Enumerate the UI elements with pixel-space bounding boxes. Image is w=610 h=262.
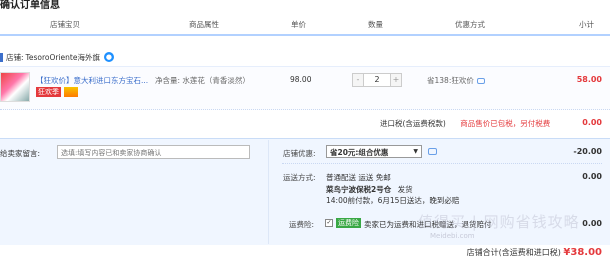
shipping-eta: 14:00前付款，6月15日送达，晚到必赔: [326, 196, 460, 205]
shop-discount-value: 省20元:组合优惠: [330, 148, 389, 157]
shop-discount-select[interactable]: 省20元:组合优惠 ▼: [326, 145, 422, 158]
shop-discount-label: 店铺优惠:: [283, 149, 316, 158]
quantity-input[interactable]: 2: [364, 73, 390, 87]
shop-label: 店铺:: [6, 52, 24, 62]
col-attribute: 商品属性: [189, 20, 219, 29]
col-price: 单价: [291, 20, 306, 29]
divider: [282, 163, 602, 164]
promo-info: 省138:狂欢价: [427, 75, 485, 86]
column-header: 店铺宝贝 商品属性 单价 数量 优惠方式 小计: [0, 12, 610, 36]
message-label: 给卖家留言:: [0, 149, 41, 158]
shipping-label: 运送方式:: [283, 173, 316, 182]
insurance-amount: 0.00: [582, 219, 602, 228]
watermark: 值得买 | 网购省钱攻略: [418, 213, 580, 231]
shop-discount-amount: -20.00: [573, 147, 602, 156]
shipping-amount: 0.00: [582, 172, 602, 181]
comment-icon[interactable]: [476, 78, 485, 84]
seller-message-input[interactable]: 选填:填写内容已和卖家协商确认: [57, 145, 250, 159]
insurance-tag: 运费险: [336, 218, 361, 228]
product-thumbnail[interactable]: [0, 72, 30, 102]
promo-text: 省138:狂欢价: [427, 76, 474, 85]
tax-note: 商品售价已包税，另付税费: [460, 119, 551, 128]
shipping-warehouse: 菜鸟宁波保税2号仓: [326, 185, 392, 194]
quantity-stepper: - 2 +: [352, 73, 402, 87]
col-subtotal: 小计: [579, 20, 594, 29]
cart-item-row: 【狂欢价】意大利进口东方宝石... 狂欢季 净含量: 水莲花（青香淡然） 98.…: [0, 66, 610, 110]
tax-row: 进口税(含运费税款) 商品售价已包税，另付税费: [380, 118, 550, 129]
tax-value: 0.00: [582, 118, 602, 127]
shipping-warehouse-line: 菜鸟宁波保税2号仓 发货: [326, 184, 413, 195]
divider: [268, 140, 269, 244]
order-total: 店铺合计(含运费和进口税) ¥38.00: [467, 247, 602, 258]
watermark-url: Meidebi.com: [430, 232, 475, 240]
product-attribute: 净含量: 水莲花（青香淡然）: [155, 76, 250, 85]
insurance-checkbox[interactable]: ✓: [325, 219, 333, 227]
item-subtotal: 58.00: [576, 75, 602, 84]
total-value: ¥38.00: [563, 247, 602, 258]
decrease-button[interactable]: -: [352, 73, 364, 87]
unit-price: 98.00: [290, 75, 312, 84]
product-title-link[interactable]: 【狂欢价】意大利进口东方宝石...: [36, 75, 148, 86]
increase-button[interactable]: +: [390, 73, 402, 87]
shop-header: 店铺: TesoroOriente海外旗 ●: [0, 48, 114, 66]
col-quantity: 数量: [368, 20, 383, 29]
shipping-warehouse-suffix: 发货: [397, 185, 413, 194]
insurance-label: 运费险:: [289, 220, 315, 229]
page-title: 确认订单信息: [0, 0, 60, 11]
chat-icon[interactable]: ●: [103, 52, 114, 62]
shop-name-link[interactable]: TesoroOriente海外旗: [26, 52, 100, 63]
shipping-method: 普通配送 运送 免邮: [326, 173, 391, 182]
shop-marker: [0, 52, 3, 62]
comment-icon[interactable]: [428, 148, 437, 155]
col-discount: 优惠方式: [455, 20, 485, 29]
chevron-down-icon: ▼: [413, 148, 418, 155]
tax-label: 进口税(含运费税款): [380, 119, 446, 128]
total-label: 店铺合计(含运费和进口税): [466, 248, 561, 257]
promo-tag: 狂欢季: [36, 87, 61, 97]
col-shop-item: 店铺宝贝: [50, 20, 80, 29]
badge-icon: [64, 87, 78, 97]
